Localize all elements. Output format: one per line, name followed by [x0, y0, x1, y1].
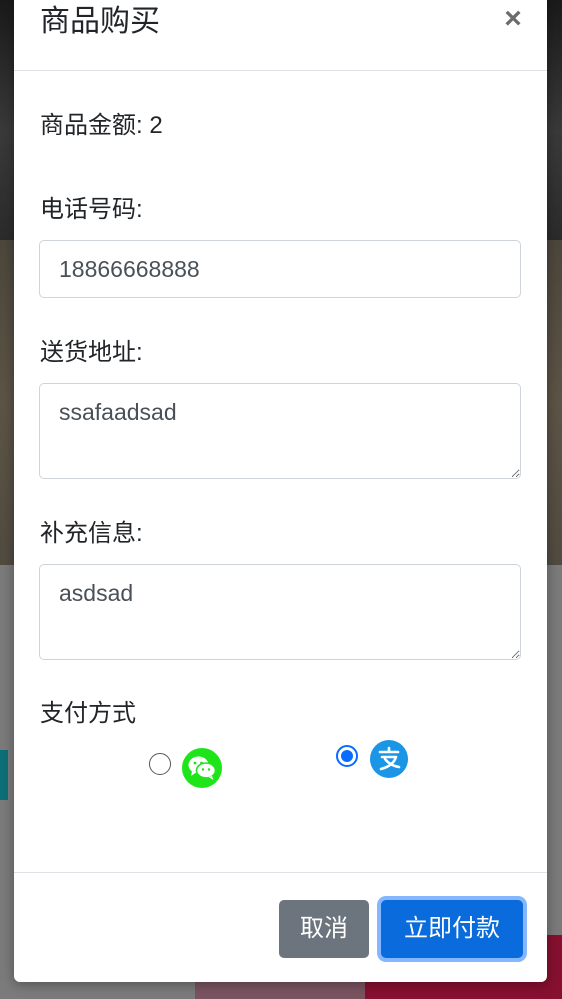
modal-title: 商品购买: [40, 5, 160, 38]
purchase-modal: 商品购买 × 商品金额: 2 电话号码: 送货地址: ssafaadsad 补充…: [14, 0, 547, 982]
modal-header: 商品购买 ×: [14, 0, 547, 71]
pay-now-button[interactable]: 立即付款: [381, 900, 523, 958]
modal-footer: 取消 立即付款: [14, 872, 547, 983]
address-label: 送货地址:: [40, 339, 143, 366]
wechat-icon[interactable]: [182, 748, 222, 788]
wechat-pay-radio[interactable]: [149, 753, 171, 775]
phone-field[interactable]: [39, 240, 521, 298]
cancel-button[interactable]: 取消: [279, 900, 369, 958]
phone-label: 电话号码:: [40, 196, 143, 223]
payment-method-label: 支付方式: [40, 700, 136, 727]
alipay-radio[interactable]: [336, 745, 358, 767]
alipay-icon[interactable]: [370, 740, 408, 778]
close-button[interactable]: ×: [501, 2, 525, 36]
amount-text: 商品金额: 2: [40, 112, 163, 139]
background-accent: [0, 750, 8, 800]
extra-info-label: 补充信息:: [40, 520, 143, 547]
extra-info-field[interactable]: asdsad: [39, 564, 521, 660]
address-field[interactable]: ssafaadsad: [39, 383, 521, 479]
payment-options: [14, 740, 547, 794]
